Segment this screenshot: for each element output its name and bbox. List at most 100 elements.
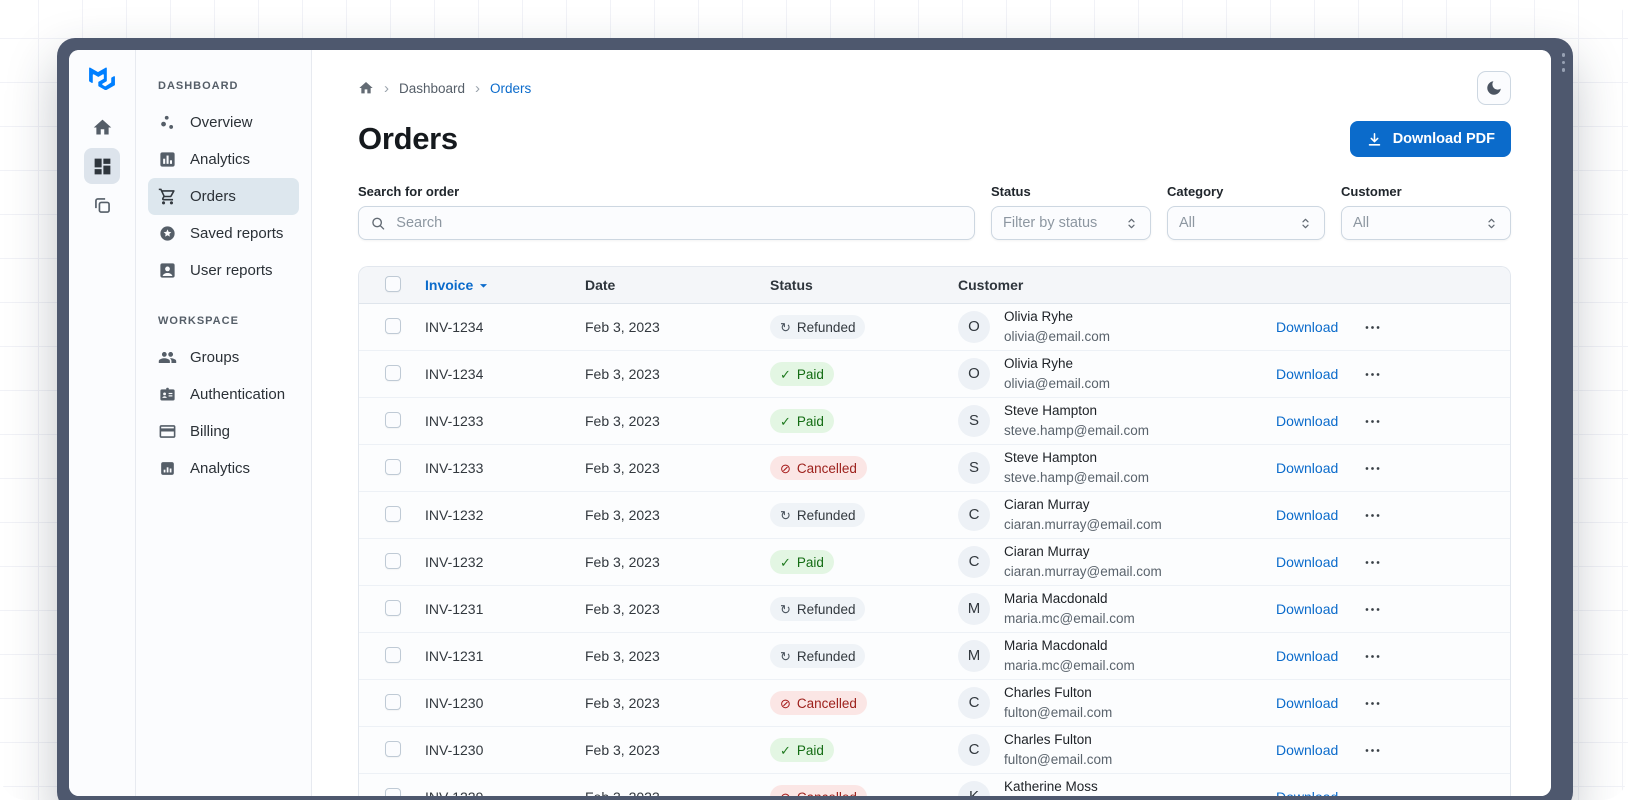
invoice-cell: INV-1233: [425, 413, 484, 429]
table-row: INV-1233 Feb 3, 2023 Cancelled S: [359, 445, 1510, 492]
date-cell: Feb 3, 2023: [585, 319, 660, 335]
customer-name: Maria Macdonald: [1004, 638, 1108, 654]
rail-dashboard-button[interactable]: [84, 148, 120, 184]
sidebar-item-overview[interactable]: Overview: [148, 104, 299, 141]
row-menu-button[interactable]: [1359, 408, 1386, 435]
row-checkbox[interactable]: [385, 317, 401, 334]
chart-square-icon: [161, 462, 174, 475]
breadcrumb-orders[interactable]: Orders: [490, 81, 531, 96]
person-card-icon: [160, 263, 175, 278]
search-input[interactable]: [394, 214, 963, 232]
sidebar-item-authentication[interactable]: Authentication: [148, 376, 299, 413]
status-label: Cancelled: [797, 790, 857, 797]
row-menu-button[interactable]: [1359, 549, 1386, 576]
select-all-checkbox[interactable]: [385, 275, 401, 292]
status-label: Refunded: [796, 319, 856, 335]
invoice-header-label: Invoice: [425, 277, 474, 293]
sidebar-item-saved-reports[interactable]: Saved reports: [148, 215, 299, 252]
row-download-link[interactable]: Download: [1276, 648, 1338, 664]
dashboard-grid-icon: [94, 158, 110, 174]
status-badge: Refunded: [770, 503, 866, 527]
date-cell: Feb 3, 2023: [585, 648, 660, 664]
row-menu-button[interactable]: [1359, 596, 1386, 623]
table-row: INV-1230 Feb 3, 2023 Paid C: [359, 727, 1510, 774]
row-download-link[interactable]: Download: [1276, 507, 1338, 523]
invoice-cell: INV-1230: [425, 742, 484, 758]
row-download-link[interactable]: Download: [1276, 413, 1338, 429]
row-download-link[interactable]: Download: [1276, 366, 1338, 382]
table-body: INV-1234 Feb 3, 2023 Refunded O: [359, 304, 1510, 796]
table-row: INV-1231 Feb 3, 2023 Refunded M: [359, 633, 1510, 680]
status-filter-select[interactable]: Filter by status: [991, 206, 1151, 240]
customer-email: olivia@email.com: [1004, 375, 1110, 391]
row-checkbox[interactable]: [385, 552, 401, 569]
sidebar-item-user-reports[interactable]: User reports: [148, 252, 299, 289]
window-scroll-dots: [1561, 53, 1565, 72]
sidebar-item-analytics[interactable]: Analytics: [148, 141, 299, 178]
column-header-date: Date: [585, 277, 616, 293]
row-checkbox[interactable]: [385, 693, 401, 710]
invoice-cell: INV-1234: [425, 366, 484, 382]
status-badge: Refunded: [770, 315, 866, 339]
sidebar-item-groups[interactable]: Groups: [148, 339, 299, 376]
invoice-cell: INV-1231: [425, 648, 484, 664]
row-checkbox[interactable]: [385, 364, 401, 381]
row-download-link[interactable]: Download: [1276, 789, 1338, 796]
category-filter-select[interactable]: All: [1167, 206, 1325, 240]
sidebar-item-label: Saved reports: [190, 225, 284, 242]
breadcrumb-dashboard[interactable]: Dashboard: [399, 81, 465, 96]
customer-filter-select[interactable]: All: [1341, 206, 1511, 240]
row-checkbox[interactable]: [385, 411, 401, 428]
download-pdf-button[interactable]: Download PDF: [1349, 121, 1511, 157]
row-checkbox[interactable]: [385, 599, 401, 616]
row-checkbox[interactable]: [385, 505, 401, 522]
row-menu-button[interactable]: [1359, 643, 1386, 670]
column-header-customer: Customer: [958, 277, 1024, 293]
rail-pages-button[interactable]: [84, 187, 120, 223]
column-header-invoice[interactable]: Invoice: [425, 277, 492, 294]
row-download-link[interactable]: Download: [1276, 742, 1338, 758]
avatar: C: [958, 545, 990, 578]
rail-home-button[interactable]: [84, 109, 120, 145]
unfold-icon: [1488, 218, 1495, 228]
invoice-cell: INV-1231: [425, 601, 484, 617]
breadcrumb-home-icon[interactable]: [358, 80, 374, 96]
filter-bar: Search for order Status Filter by status: [358, 184, 1511, 240]
customer-name: Ciaran Murray: [1004, 544, 1090, 560]
column-header-status: Status: [770, 277, 813, 293]
sidebar-item-billing[interactable]: Billing: [148, 413, 299, 450]
row-menu-button[interactable]: [1359, 502, 1386, 529]
customer-name: Olivia Ryhe: [1004, 356, 1074, 372]
sidebar-item-analytics-workspace[interactable]: Analytics: [148, 450, 299, 487]
invoice-cell: INV-1230: [425, 695, 484, 711]
row-download-link[interactable]: Download: [1276, 554, 1338, 570]
row-download-link[interactable]: Download: [1276, 319, 1338, 335]
row-menu-button[interactable]: [1359, 455, 1386, 482]
star-circle-icon: [160, 226, 175, 241]
more-horiz-icon: [1366, 795, 1379, 796]
row-download-link[interactable]: Download: [1276, 601, 1338, 617]
badge-icon: [160, 387, 175, 401]
row-menu-button[interactable]: [1359, 784, 1386, 796]
row-checkbox[interactable]: [385, 787, 401, 796]
date-cell: Feb 3, 2023: [585, 413, 660, 429]
avatar: C: [958, 686, 990, 719]
status-badge: Paid: [770, 550, 834, 574]
row-menu-button[interactable]: [1359, 737, 1386, 764]
customer-email: ciaran.murray@email.com: [1004, 516, 1162, 532]
row-checkbox[interactable]: [385, 646, 401, 663]
status-label: Paid: [796, 366, 824, 382]
customer-name: Maria Macdonald: [1004, 591, 1108, 607]
more-horiz-icon: [1365, 372, 1380, 376]
row-checkbox[interactable]: [385, 740, 401, 757]
icon-rail: [69, 50, 136, 796]
theme-toggle-button[interactable]: [1477, 71, 1511, 105]
table-row: INV-1234 Feb 3, 2023 Paid O: [359, 351, 1510, 398]
row-download-link[interactable]: Download: [1276, 695, 1338, 711]
row-checkbox[interactable]: [385, 458, 401, 475]
row-menu-button[interactable]: [1359, 314, 1386, 341]
row-menu-button[interactable]: [1359, 361, 1386, 388]
sidebar-item-orders[interactable]: Orders: [148, 178, 299, 215]
row-menu-button[interactable]: [1359, 690, 1386, 717]
row-download-link[interactable]: Download: [1276, 460, 1338, 476]
